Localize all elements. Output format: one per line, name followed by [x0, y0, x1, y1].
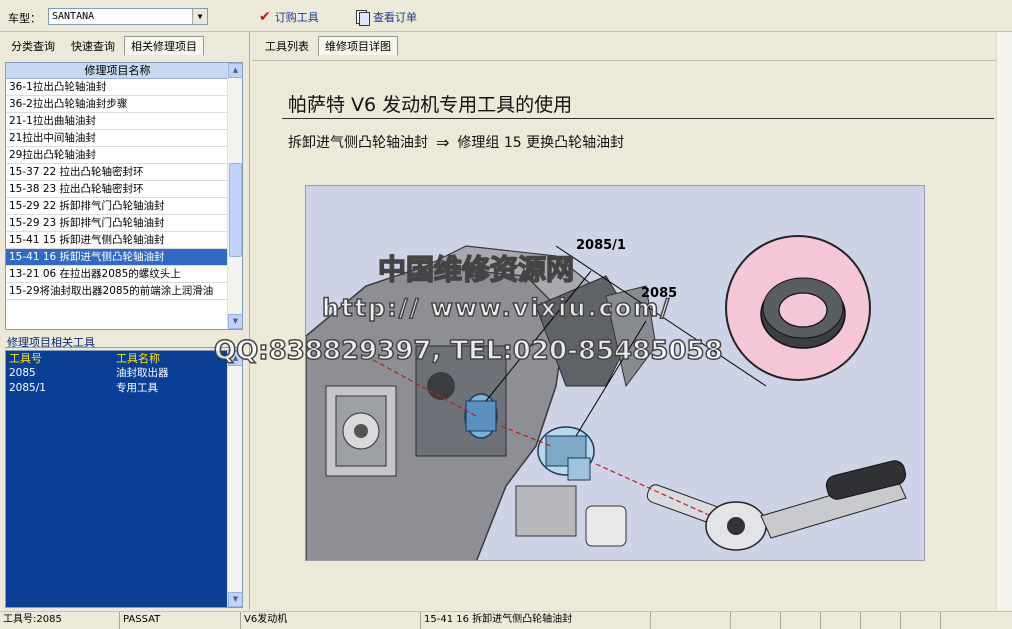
- repair-list-header[interactable]: 修理项目名称: [6, 63, 229, 79]
- toolbar: 车型： SANTANA ▼ ✔ 订购工具 查看订单: [0, 0, 1012, 32]
- status-engine: V6发动机: [241, 612, 421, 629]
- left-pane: 分类查询 快速查询 相关修理项目 修理项目名称 36-1拉出凸轮轴油封 36-2拉…: [0, 32, 250, 610]
- status-empty-3: [781, 612, 821, 629]
- list-item[interactable]: 15-38 23 拉出凸轮轴密封环: [6, 181, 229, 198]
- tool-2085-1-sleeve: [464, 393, 498, 439]
- documents-icon: [355, 10, 370, 26]
- status-empty-4: [821, 612, 861, 629]
- status-bar: 工具号:2085 PASSAT V6发动机 15-41 16 拆卸进气侧凸轮轴油…: [0, 611, 1012, 629]
- repair-list-scrollbar[interactable]: ▲ ▼: [227, 63, 242, 329]
- tool-name-cell: 油封取出器: [116, 367, 169, 379]
- list-item[interactable]: 15-41 15 拆卸进气侧凸轮轴油封: [6, 232, 229, 249]
- title-rule: [282, 118, 994, 119]
- list-item[interactable]: 15-29 23 拆卸排气门凸轮轴油封: [6, 215, 229, 232]
- scroll-down-icon[interactable]: ▼: [228, 314, 242, 329]
- tool-no-column-header[interactable]: 工具号: [6, 351, 116, 366]
- car-model-value: SANTANA: [52, 11, 95, 22]
- section-divider: [5, 347, 243, 348]
- list-item[interactable]: 36-2拉出凸轮轴油封步骤: [6, 96, 229, 113]
- table-row[interactable]: 2085/1 专用工具: [6, 381, 242, 396]
- oil-seal-inset: [725, 235, 871, 381]
- callout-2085-1: 2085/1: [576, 238, 626, 253]
- subtitle-repair-group: 修理组 15 更换凸轮轴油封: [457, 135, 625, 151]
- view-orders-button[interactable]: 查看订单: [355, 8, 417, 26]
- list-item[interactable]: 21拉出中间轴油封: [6, 130, 229, 147]
- detail-scrollbar[interactable]: [996, 32, 1012, 610]
- tool-name-cell: 专用工具: [116, 382, 158, 394]
- scroll-up-icon[interactable]: ▲: [228, 63, 242, 78]
- callout-2085: 2085: [641, 286, 678, 301]
- status-empty-5: [861, 612, 901, 629]
- status-empty-2: [731, 612, 781, 629]
- chevron-down-icon[interactable]: ▼: [192, 9, 207, 24]
- order-tools-label: 订购工具: [274, 11, 319, 24]
- left-tab-bar: 分类查询 快速查询 相关修理项目: [4, 36, 204, 58]
- subtitle-operation: 拆卸进气侧凸轮轴油封: [288, 135, 428, 151]
- tab-tool-list[interactable]: 工具列表: [258, 36, 316, 56]
- tool-2085-puller: [537, 426, 595, 481]
- scroll-thumb[interactable]: [229, 163, 242, 257]
- car-model-label: 车型：: [8, 12, 41, 25]
- tab-repair-item-detail[interactable]: 维修项目详图: [318, 36, 398, 56]
- status-empty-6: [901, 612, 941, 629]
- tools-list-scrollbar[interactable]: ▲ ▼: [227, 351, 242, 607]
- engine-tool-diagram: 2085/1 2085: [305, 185, 925, 561]
- tool-no-cell: 2085/1: [9, 382, 46, 394]
- status-repair-item: 15-41 16 拆卸进气侧凸轮轴油封: [421, 612, 651, 629]
- page-subtitle: 拆卸进气侧凸轮轴油封 ⇒ 修理组 15 更换凸轮轴油封: [288, 132, 624, 152]
- scroll-down-icon[interactable]: ▼: [228, 592, 242, 607]
- tab-related-repair-items[interactable]: 相关修理项目: [124, 36, 204, 56]
- tool-name-column-header[interactable]: 工具名称: [116, 351, 226, 366]
- tab-quick-search[interactable]: 快速查询: [64, 36, 122, 56]
- status-empty-1: [651, 612, 731, 629]
- table-row[interactable]: 2085 油封取出器: [6, 366, 242, 381]
- list-item[interactable]: 15-29 22 拆卸排气门凸轮轴油封: [6, 198, 229, 215]
- list-item[interactable]: 15-41 16 拆卸进气侧凸轮轴油封: [6, 249, 229, 266]
- right-tab-bar: 工具列表 维修项目详图: [258, 36, 398, 58]
- repair-item-list[interactable]: 修理项目名称 36-1拉出凸轮轴油封 36-2拉出凸轮轴油封步骤 21-1拉出曲轴油…: [5, 62, 243, 330]
- scroll-up-icon[interactable]: ▲: [228, 351, 242, 366]
- list-item[interactable]: 15-37 22 拉出凸轮轴密封环: [6, 164, 229, 181]
- tools-list-header: 工具号 工具名称: [6, 351, 242, 366]
- tool-no-cell: 2085: [9, 367, 36, 379]
- right-pane: 工具列表 维修项目详图 帕萨特 V6 发动机专用工具的使用 拆卸进气侧凸轮轴油封…: [252, 32, 1012, 610]
- checkmark-icon: ✔: [259, 9, 271, 25]
- tab-divider: [252, 60, 996, 61]
- status-tool-no: 工具号:2085: [0, 612, 120, 629]
- order-tools-button[interactable]: ✔ 订购工具: [259, 8, 319, 26]
- arrow-right-icon: ⇒: [436, 132, 450, 152]
- list-item[interactable]: 36-1拉出凸轮轴油封: [6, 79, 229, 96]
- list-item[interactable]: 29拉出凸轮轴油封: [6, 147, 229, 164]
- tab-category-search[interactable]: 分类查询: [4, 36, 62, 56]
- related-tools-list[interactable]: 工具号 工具名称 2085 油封取出器 2085/1 专用工具 ▲ ▼: [5, 350, 243, 608]
- view-orders-label: 查看订单: [373, 11, 417, 24]
- page-title: 帕萨特 V6 发动机专用工具的使用: [288, 94, 573, 116]
- car-model-select[interactable]: SANTANA ▼: [48, 8, 208, 25]
- list-item[interactable]: 15-29将油封取出器2085的前端涂上润滑油: [6, 283, 229, 300]
- status-model: PASSAT: [120, 612, 241, 629]
- list-item[interactable]: 21-1拉出曲轴油封: [6, 113, 229, 130]
- list-item[interactable]: 13-21 06 在拉出器2085的螺纹头上: [6, 266, 229, 283]
